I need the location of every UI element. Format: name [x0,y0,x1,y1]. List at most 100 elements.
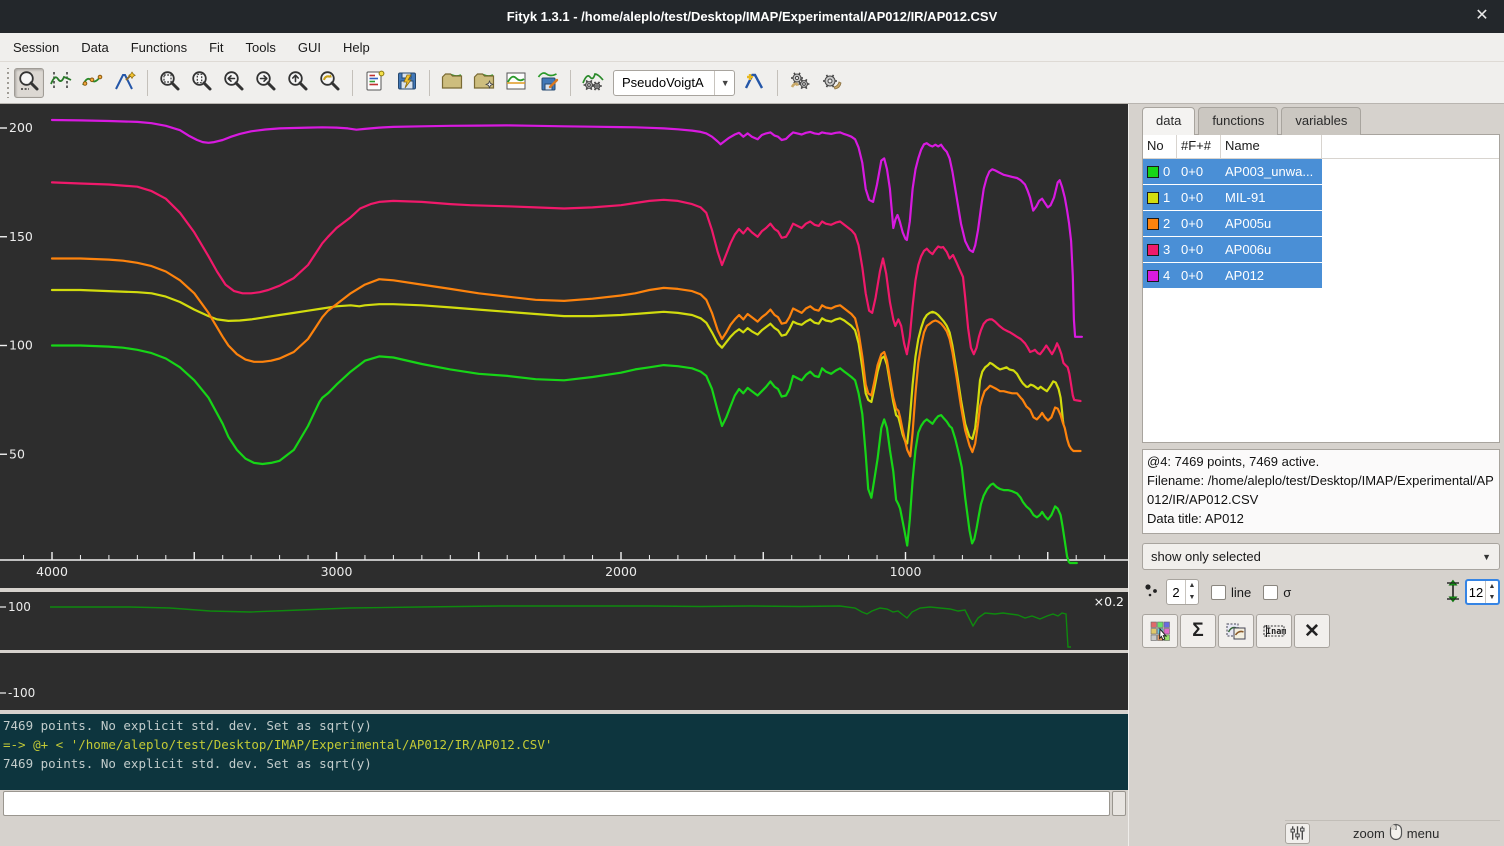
main-plot[interactable]: 400030002000100020015010050 [0,104,1128,588]
row-number-cell: 2 [1143,211,1177,236]
row-number-cell: 0 [1143,159,1177,184]
column-header-name[interactable]: Name [1221,135,1322,158]
point-size-stepper[interactable]: 2 ▲▼ [1166,579,1199,605]
input-history-button[interactable] [1112,791,1126,816]
zoom-right-button[interactable] [251,68,281,98]
sum-button[interactable]: Σ [1180,614,1216,648]
toolbar-grip[interactable] [4,68,11,98]
define-functions-button[interactable] [578,68,608,98]
save-session-button[interactable] [392,68,422,98]
aux2-tick-label: -100 [8,686,35,700]
row-functions-cell: 0+0 [1177,159,1221,184]
dataset-color-swatch[interactable] [1147,218,1159,230]
aux-plot-1[interactable]: 100×0.2 [0,592,1128,650]
save-data-icon [536,69,560,96]
dataset-color-swatch[interactable] [1147,270,1159,282]
function-type-combo[interactable]: PseudoVoigtA ▼ [613,70,735,96]
save-data-button[interactable] [533,68,563,98]
column-header-no[interactable]: No [1143,135,1177,158]
toolbar-separator [570,70,571,96]
table-row[interactable]: 1 0+0 MIL-91 [1143,185,1499,210]
rename-button[interactable]: Inam [1256,614,1292,648]
dataset-color-swatch[interactable] [1147,192,1159,204]
close-window-button[interactable]: ✕ [1472,6,1492,26]
stepper-arrows[interactable]: ▲▼ [1485,581,1498,603]
zoom-vertical-button[interactable] [187,68,217,98]
add-function-button[interactable] [740,68,770,98]
tab-data[interactable]: data [1142,107,1195,135]
aux1-tick-label: 100 [8,600,31,614]
baseline-mode-button[interactable] [78,68,108,98]
zoom-mode-button[interactable] [14,68,44,98]
delete-button[interactable]: ✕ [1294,614,1330,648]
data-range-mode-button[interactable] [46,68,76,98]
row-number-cell: 3 [1143,237,1177,262]
y-shift-stepper[interactable]: 12 ▲▼ [1465,579,1500,605]
dataset-color-swatch[interactable] [1147,166,1159,178]
status-bar: zoom menu [1285,820,1500,845]
console-line: 7469 points. No explicit std. dev. Set a… [3,754,1128,773]
menu-help[interactable]: Help [332,35,381,60]
sidebar: datafunctionsvariables No#F+#Name 0 0+0 … [1140,104,1504,846]
data-list-header: No#F+#Name [1143,135,1499,159]
zoom-right-icon [254,69,278,96]
load-data-button[interactable] [437,68,467,98]
menu-gui[interactable]: GUI [287,35,332,60]
previous-zoom-button[interactable] [315,68,345,98]
menu-functions[interactable]: Functions [120,35,198,60]
toolbar-separator [777,70,778,96]
window-title: Fityk 1.3.1 - /home/aleplo/test/Desktop/… [507,9,998,24]
command-input[interactable] [3,791,1110,816]
tab-variables[interactable]: variables [1281,107,1361,135]
zoom-all-button[interactable] [155,68,185,98]
function-type-value: PseudoVoigtA [622,75,704,90]
panel-splitter[interactable] [1128,104,1140,846]
aux-plot-2[interactable]: -100 [0,653,1128,710]
table-row[interactable]: 0 0+0 AP003_unwa... [1143,159,1499,184]
dataset-color-swatch[interactable] [1147,244,1159,256]
data-editor-button[interactable] [501,68,531,98]
sigma-checkbox[interactable] [1263,585,1278,600]
view-options-button[interactable] [1142,614,1178,648]
console-line: 7469 points. No explicit std. dev. Set a… [3,716,1128,735]
open-data-custom-icon [472,69,496,96]
add-peak-mode-button[interactable] [110,68,140,98]
data-list[interactable]: No#F+#Name 0 0+0 AP003_unwa... 1 0+0 MIL… [1142,134,1500,443]
menu-data[interactable]: Data [70,35,119,60]
table-row[interactable]: 4 0+0 AP012 [1143,263,1499,288]
tab-functions[interactable]: functions [1198,107,1278,135]
row-name-cell: AP012 [1221,263,1322,288]
output-console[interactable]: 7469 points. No explicit std. dev. Set a… [0,714,1128,790]
table-row[interactable]: 3 0+0 AP006u [1143,237,1499,262]
load-data-custom-button[interactable] [469,68,499,98]
toolbar-separator [429,70,430,96]
zoom-prev-icon [318,69,342,96]
run-fit-button[interactable] [785,68,815,98]
row-number-cell: 1 [1143,185,1177,210]
dataset-info-line: @4: 7469 points, 7469 active. [1147,452,1495,471]
copy-to-functions-button[interactable] [1218,614,1254,648]
dataset-info: @4: 7469 points, 7469 active.Filename: /… [1142,449,1500,534]
open-data-icon [440,69,464,96]
table-row[interactable]: 2 0+0 AP005u [1143,211,1499,236]
menu-tools[interactable]: Tools [235,35,287,60]
y-axis-label: 50 [9,446,25,461]
menu-session[interactable]: Session [2,35,70,60]
session-log-button[interactable] [360,68,390,98]
zoom-up-button[interactable] [283,68,313,98]
show-filter-dropdown[interactable]: show only selected ▼ [1142,543,1500,570]
fit-curve-icon [581,69,605,96]
status-menu-label: menu [1407,826,1440,841]
row-filler [1322,237,1499,262]
menu-fit[interactable]: Fit [198,35,234,60]
line-checkbox[interactable] [1211,585,1226,600]
zoom-left-button[interactable] [219,68,249,98]
data-list-body: 0 0+0 AP003_unwa... 1 0+0 MIL-91 2 0+0 A… [1143,159,1499,289]
mouse-config-button[interactable] [1285,823,1310,844]
stepper-arrows[interactable]: ▲▼ [1185,580,1198,604]
fit-settings-button[interactable] [817,68,847,98]
row-name-cell: MIL-91 [1221,185,1322,210]
row-functions-cell: 0+0 [1177,263,1221,288]
column-header-ff[interactable]: #F+# [1177,135,1221,158]
baseline-icon [81,69,105,96]
